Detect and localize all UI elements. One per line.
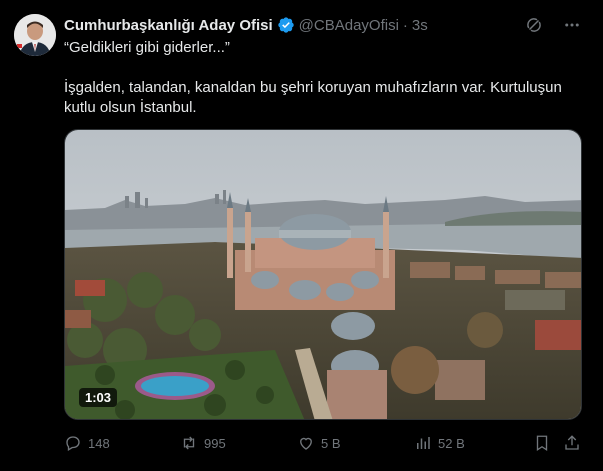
avatar[interactable] [14, 14, 56, 56]
like-button[interactable]: 5 B [297, 432, 341, 454]
reply-icon [64, 434, 82, 452]
timestamp[interactable]: 3s [412, 17, 428, 34]
tweet-actions: 148 995 5 B 52 B [64, 432, 584, 454]
views-icon [414, 434, 432, 452]
grok-icon[interactable] [525, 16, 543, 34]
reply-count: 148 [88, 435, 110, 451]
share-button[interactable] [563, 432, 581, 454]
tweet-body-line-2: kutlu olsun İstanbul. [64, 99, 197, 116]
view-count: 52 B [438, 435, 465, 451]
header-actions [525, 14, 581, 36]
share-icon [563, 434, 581, 452]
separator-dot: · [402, 16, 408, 34]
repost-icon [180, 434, 198, 452]
bookmark-button[interactable] [533, 432, 551, 454]
like-icon [297, 434, 315, 452]
tweet-header: Cumhurbaşkanlığı Aday Ofisi @CBAdayOfisi… [64, 14, 593, 36]
video-player[interactable]: 1:03 [64, 129, 582, 420]
repost-count: 995 [204, 435, 226, 451]
repost-button[interactable]: 995 [180, 432, 226, 454]
more-icon[interactable] [563, 16, 581, 34]
tweet-quote-line: “Geldikleri gibi giderler...” [64, 39, 230, 56]
video-thumbnail-hagia-sophia [65, 130, 581, 419]
author-name[interactable]: Cumhurbaşkanlığı Aday Ofisi [64, 17, 273, 34]
bookmark-icon [533, 434, 551, 452]
views-button[interactable]: 52 B [414, 432, 465, 454]
author-handle[interactable]: @CBAdayOfisi [299, 17, 399, 34]
reply-button[interactable]: 148 [64, 432, 110, 454]
tweet[interactable]: Cumhurbaşkanlığı Aday Ofisi @CBAdayOfisi… [0, 0, 603, 471]
video-duration: 1:03 [79, 388, 118, 407]
like-count: 5 B [321, 435, 341, 451]
verified-badge-icon [277, 16, 295, 34]
tweet-body-line-1: İşgalden, talandan, kanaldan bu şehri ko… [64, 79, 562, 96]
